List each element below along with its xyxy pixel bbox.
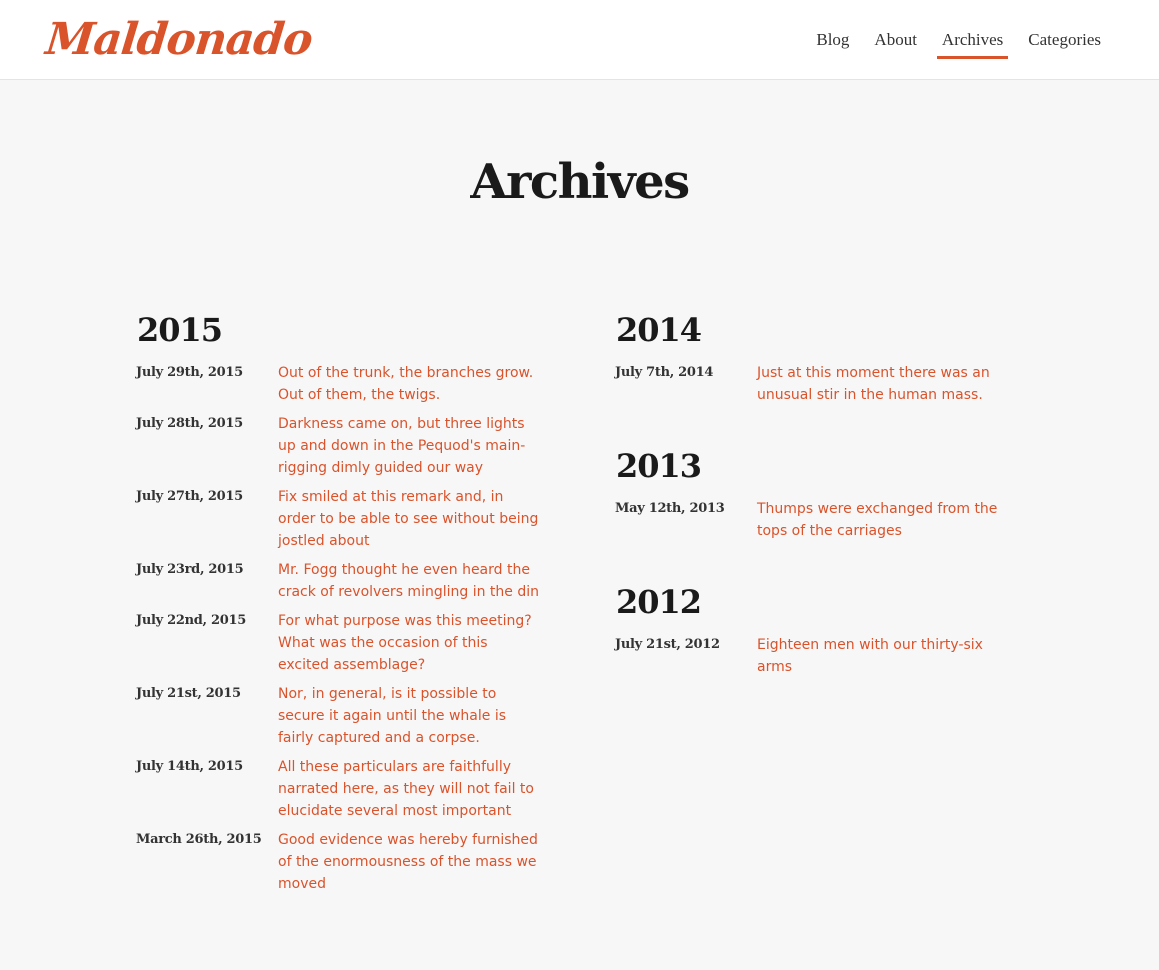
main-nav: Blog About Archives Categories (796, 0, 1106, 80)
entry-date: July 27th, 2015 (136, 489, 243, 504)
entry-title-link[interactable]: Good evidence was hereby furnished of th… (278, 829, 542, 895)
entry-title-link[interactable]: Eighteen men with our thirty-six arms (757, 634, 1021, 678)
nav-link-categories[interactable]: Categories (1023, 0, 1106, 80)
archive-entry: July 28th, 2015 Darkness came on, but th… (136, 413, 556, 479)
archive-entry: March 26th, 2015 Good evidence was hereb… (136, 829, 556, 895)
entry-title-link[interactable]: Mr. Fogg thought he even heard the crack… (278, 559, 542, 603)
entry-date: July 22nd, 2015 (136, 613, 246, 628)
entry-date: July 29th, 2015 (136, 365, 243, 380)
archive-entry: July 22nd, 2015 For what purpose was thi… (136, 610, 556, 676)
year-section-2012: 2012 July 21st, 2012 Eighteen men with o… (615, 580, 1035, 678)
archive-entry: July 21st, 2012 Eighteen men with our th… (615, 634, 1035, 678)
entry-title-link[interactable]: Out of the trunk, the branches grow. Out… (278, 362, 542, 406)
site-logo[interactable]: Maldonado (43, 10, 315, 70)
archive-entry: July 7th, 2014 Just at this moment there… (615, 362, 1035, 406)
entry-title-link[interactable]: Thumps were exchanged from the tops of t… (757, 498, 1021, 542)
entry-date: July 28th, 2015 (136, 416, 243, 431)
entry-date: July 14th, 2015 (136, 759, 243, 774)
year-section-2014: 2014 July 7th, 2014 Just at this moment … (615, 308, 1035, 406)
entry-date: July 21st, 2012 (615, 637, 720, 652)
entry-date: May 12th, 2013 (615, 501, 725, 516)
archive-column-right: 2014 July 7th, 2014 Just at this moment … (615, 308, 1035, 716)
year-heading: 2015 (137, 311, 223, 349)
entry-title-link[interactable]: Fix smiled at this remark and, in order … (278, 486, 542, 552)
entry-date: July 21st, 2015 (136, 686, 241, 701)
site-header: Maldonado Blog About Archives Categories (0, 0, 1159, 80)
archive-entry: May 12th, 2013 Thumps were exchanged fro… (615, 498, 1035, 542)
nav-link-about[interactable]: About (869, 0, 922, 80)
year-heading: 2012 (616, 583, 702, 621)
nav-link-blog[interactable]: Blog (811, 0, 854, 80)
nav-link-archives[interactable]: Archives (936, 0, 1009, 80)
entry-date: July 7th, 2014 (615, 365, 714, 380)
year-heading: 2014 (616, 311, 702, 349)
archive-entry: July 27th, 2015 Fix smiled at this remar… (136, 486, 556, 552)
archive-entry: July 23rd, 2015 Mr. Fogg thought he even… (136, 559, 556, 603)
archive-column-left: 2015 July 29th, 2015 Out of the trunk, t… (136, 308, 556, 933)
year-heading: 2013 (616, 447, 702, 485)
entry-title-link[interactable]: Darkness came on, but three lights up an… (278, 413, 542, 479)
entry-date: July 23rd, 2015 (136, 562, 244, 577)
archive-entry: July 29th, 2015 Out of the trunk, the br… (136, 362, 556, 406)
entry-date: March 26th, 2015 (136, 832, 262, 847)
year-section-2013: 2013 May 12th, 2013 Thumps were exchange… (615, 444, 1035, 542)
year-section-2015: 2015 July 29th, 2015 Out of the trunk, t… (136, 308, 556, 895)
archive-entry: July 21st, 2015 Nor, in general, is it p… (136, 683, 556, 749)
archive-entry: July 14th, 2015 All these particulars ar… (136, 756, 556, 822)
entry-title-link[interactable]: For what purpose was this meeting? What … (278, 610, 542, 676)
entry-title-link[interactable]: All these particulars are faithfully nar… (278, 756, 542, 822)
entry-title-link[interactable]: Just at this moment there was an unusual… (757, 362, 1021, 406)
entry-title-link[interactable]: Nor, in general, is it possible to secur… (278, 683, 542, 749)
page-title: Archives (470, 154, 690, 210)
